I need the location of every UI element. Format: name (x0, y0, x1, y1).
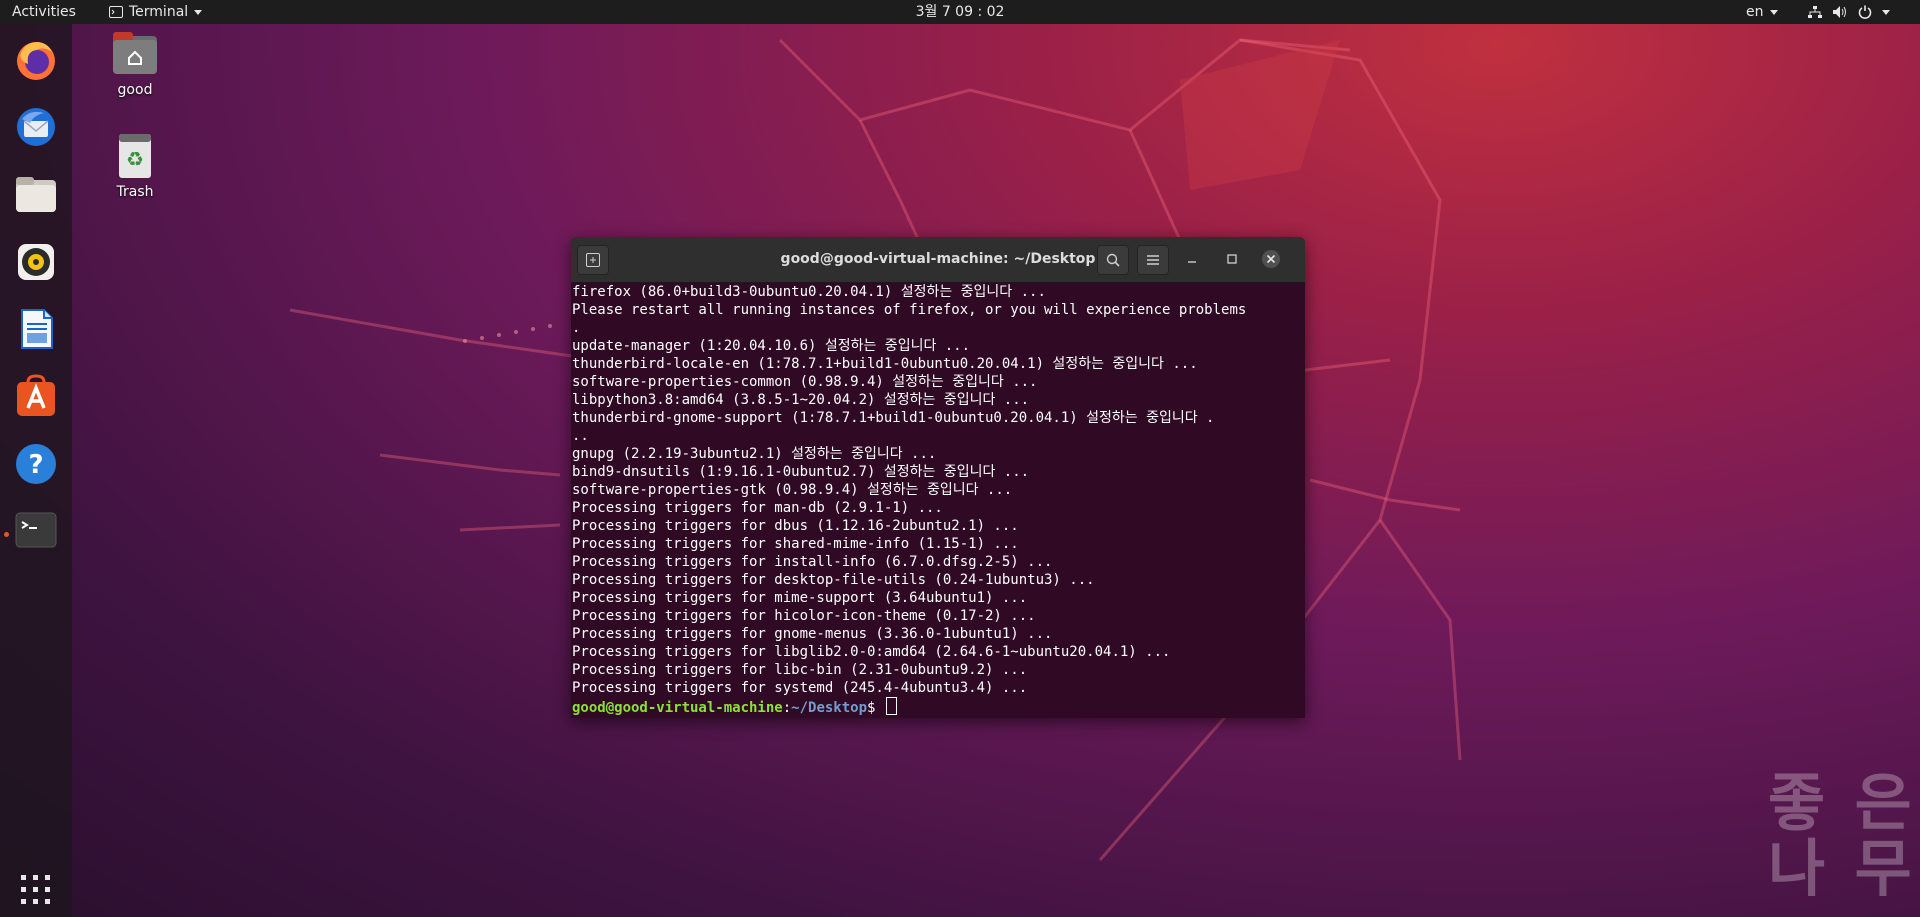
dock-terminal[interactable] (14, 508, 58, 552)
terminal-line: .. (572, 428, 589, 444)
terminal-line: Processing triggers for man-db (2.9.1-1)… (572, 500, 943, 516)
help-icon: ? (16, 444, 56, 484)
terminal-line: thunderbird-locale-en (1:78.7.1+build1-0… (572, 356, 1198, 372)
home-folder-icon (113, 32, 157, 74)
dock-files[interactable] (14, 172, 58, 216)
activities-button[interactable]: Activities (12, 0, 76, 24)
network-icon (1808, 6, 1822, 18)
terminal-line: Processing triggers for desktop-file-uti… (572, 572, 1095, 588)
dock-software-center[interactable] (14, 374, 58, 418)
libreoffice-writer-icon (21, 309, 53, 349)
trash-icon: ♻ (119, 134, 151, 178)
terminal-line: Processing triggers for mime-support (3.… (572, 590, 1028, 606)
terminal-line: Processing triggers for dbus (1.12.16-2u… (572, 518, 1019, 534)
dock-firefox[interactable] (14, 38, 58, 82)
files-icon (16, 177, 56, 212)
prompt-path: ~/Desktop (791, 700, 868, 716)
new-tab-button[interactable] (577, 245, 609, 275)
power-icon (1858, 5, 1872, 19)
terminal-prompt-line[interactable]: good@good-virtual-machine:~/Desktop$ (572, 697, 1296, 716)
dock-thunderbird[interactable] (14, 105, 58, 149)
terminal-line: bind9-dnsutils (1:9.16.1-0ubuntu2.7) 설정하… (572, 464, 1030, 480)
minimize-icon (1188, 261, 1196, 263)
svg-text:?: ? (28, 450, 43, 480)
maximize-icon (1227, 254, 1237, 264)
terminal-line: thunderbird-gnome-support (1:78.7.1+buil… (572, 410, 1215, 426)
terminal-line: gnupg (2.2.19-3ubuntu2.1) 설정하는 중입니다 ... (572, 446, 937, 462)
maximize-button[interactable] (1217, 245, 1247, 273)
clock-label[interactable]: 3월 7 09 : 02 (916, 4, 1005, 20)
thunderbird-icon (17, 108, 55, 146)
desktop-home-folder[interactable]: good (90, 30, 180, 98)
show-apps-button[interactable] (18, 872, 54, 908)
terminal-line: . (572, 320, 581, 336)
top-bar: Activities Terminal 3월 7 09 : 02 en (0, 0, 1920, 24)
dock: ? (0, 24, 72, 917)
terminal-line: Processing triggers for shared-mime-info… (572, 536, 1019, 552)
close-icon (1262, 250, 1280, 268)
close-button[interactable] (1256, 245, 1286, 273)
terminal-small-icon (109, 6, 123, 18)
home-folder-label: good (117, 82, 153, 98)
volume-icon (1833, 6, 1846, 18)
hamburger-menu-icon (1147, 255, 1159, 265)
software-center-icon (17, 374, 55, 416)
terminal-line: Please restart all running instances of … (572, 302, 1247, 318)
terminal-line: update-manager (1:20.04.10.6) 설정하는 중입니다 … (572, 338, 971, 354)
show-apps-grid-icon (21, 875, 50, 904)
input-language-menu[interactable]: en (1746, 0, 1778, 24)
terminal-lines: firefox (86.0+build3-0ubuntu0.20.04.1) 설… (572, 283, 1296, 697)
terminal-line: firefox (86.0+build3-0ubuntu0.20.04.1) 설… (572, 284, 1046, 300)
chevron-down-icon (1769, 9, 1778, 15)
terminal-line: Processing triggers for hicolor-icon-the… (572, 608, 1036, 624)
search-button[interactable] (1097, 245, 1129, 275)
terminal-line: software-properties-gtk (0.98.9.4) 설정하는 … (572, 482, 1013, 498)
trash-label: Trash (116, 184, 154, 200)
dock-help[interactable]: ? (14, 442, 58, 486)
terminal-line: Processing triggers for systemd (245.4-4… (572, 680, 1028, 696)
terminal-line: Processing triggers for libglib2.0-0:amd… (572, 644, 1171, 660)
minimize-button[interactable] (1177, 245, 1207, 273)
terminal-icon (15, 512, 57, 548)
rhythmbox-icon (18, 244, 54, 280)
firefox-icon (17, 42, 55, 80)
svg-text:♻: ♻ (126, 147, 144, 171)
lang-label: en (1746, 4, 1764, 20)
dock-libreoffice-writer[interactable] (14, 307, 58, 351)
terminal-line: software-properties-common (0.98.9.4) 설정… (572, 374, 1038, 390)
app-menu-label: Terminal (129, 4, 189, 20)
terminal-line: Processing triggers for libc-bin (2.31-0… (572, 662, 1028, 678)
clock: 3월 7 09 : 02 (0, 0, 1920, 24)
terminal-window[interactable]: good@good-virtual-machine: ~/Desktop fir… (571, 237, 1305, 718)
terminal-output[interactable]: firefox (86.0+build3-0ubuntu0.20.04.1) 설… (571, 283, 1296, 718)
prompt-separator: : (782, 700, 792, 716)
terminal-line: Processing triggers for gnome-menus (3.3… (572, 626, 1053, 642)
prompt-user: good@good-virtual-machine (572, 700, 783, 716)
chevron-down-icon (1882, 9, 1890, 15)
terminal-titlebar[interactable]: good@good-virtual-machine: ~/Desktop (571, 237, 1305, 283)
new-tab-icon (586, 253, 600, 267)
running-indicator (4, 532, 9, 537)
system-tray[interactable] (1808, 0, 1890, 24)
text-cursor (885, 697, 897, 715)
search-icon (1106, 253, 1120, 267)
dock-rhythmbox[interactable] (14, 240, 58, 284)
terminal-line: Processing triggers for install-info (6.… (572, 554, 1053, 570)
terminal-line: libpython3.8:amd64 (3.8.5-1~20.04.2) 설정하… (572, 392, 1030, 408)
chevron-down-icon (194, 9, 203, 15)
prompt-symbol: $ (867, 700, 884, 716)
desktop-trash[interactable]: ♻ Trash (90, 130, 180, 200)
app-menu-terminal[interactable]: Terminal (109, 0, 203, 24)
menu-button[interactable] (1137, 245, 1169, 275)
